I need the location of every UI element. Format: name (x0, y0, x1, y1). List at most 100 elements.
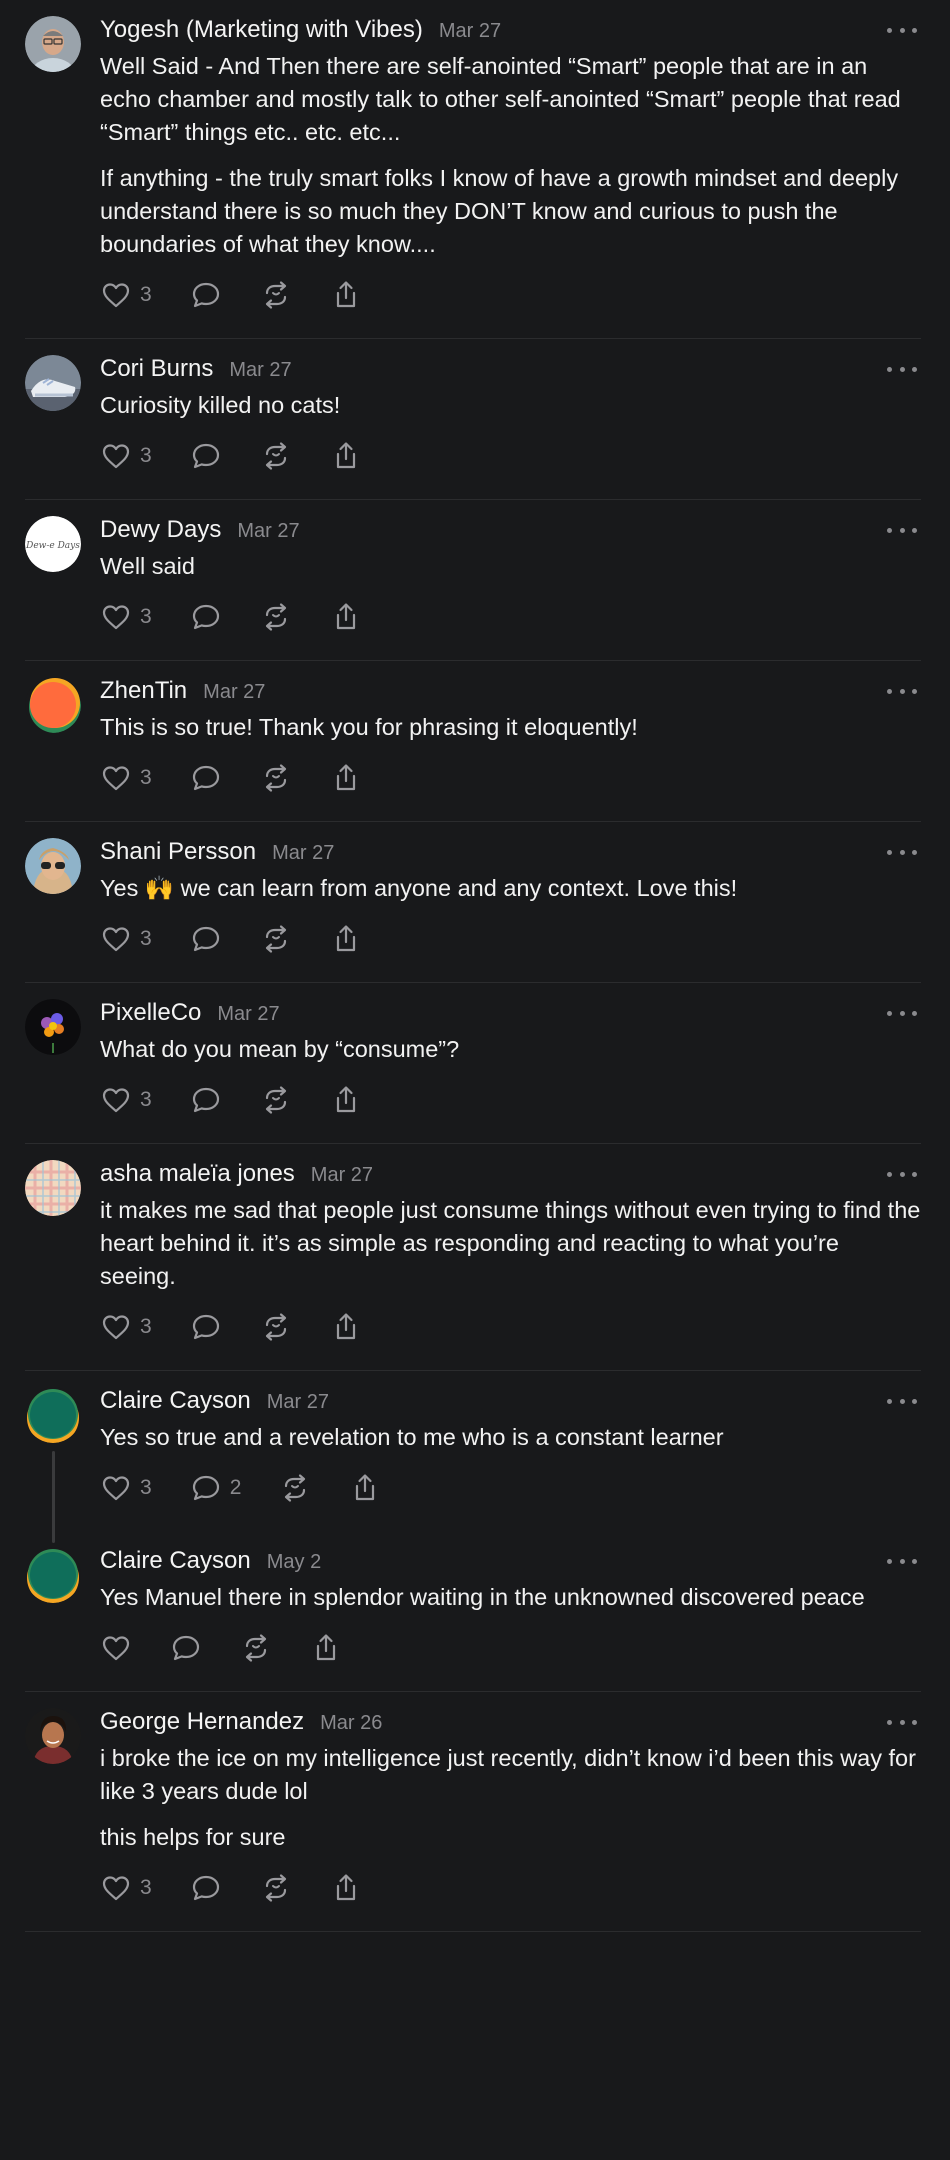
reply-item: Cori Burns Mar 27 Curiosity killed no ca… (25, 339, 921, 500)
like-button[interactable]: 3 (100, 919, 152, 959)
avatar[interactable] (25, 999, 81, 1055)
comment-button[interactable] (190, 1080, 222, 1120)
repost-button[interactable] (260, 1080, 292, 1120)
comment-button[interactable]: 2 (190, 1468, 242, 1508)
author-name[interactable]: PixelleCo (100, 999, 201, 1027)
more-options-icon[interactable] (887, 1712, 917, 1732)
more-options-icon[interactable] (887, 842, 917, 862)
like-button[interactable]: 3 (100, 597, 152, 637)
author-name[interactable]: asha maleïa jones (100, 1160, 295, 1188)
post-date[interactable]: Mar 27 (272, 842, 334, 865)
post-date[interactable]: Mar 27 (267, 1391, 329, 1414)
share-upload-icon (330, 1084, 362, 1116)
avatar[interactable] (25, 16, 81, 72)
avatar[interactable] (25, 1160, 81, 1216)
post-date[interactable]: Mar 27 (311, 1164, 373, 1187)
comment-bubble-icon (190, 601, 222, 633)
author-name[interactable]: Dewy Days (100, 516, 221, 544)
avatar[interactable] (25, 838, 81, 894)
heart-icon (100, 279, 132, 311)
author-name[interactable]: George Hernandez (100, 1708, 304, 1736)
comment-button[interactable] (190, 758, 222, 798)
share-button[interactable] (330, 1307, 362, 1347)
replies-feed: Yogesh (Marketing with Vibes) Mar 27 Wel… (25, 0, 921, 1932)
author-name[interactable]: Yogesh (Marketing with Vibes) (100, 16, 423, 44)
repost-button[interactable] (260, 275, 292, 315)
like-button[interactable]: 3 (100, 1080, 152, 1120)
share-upload-icon (330, 440, 362, 472)
more-options-icon[interactable] (887, 1003, 917, 1023)
comment-button[interactable] (190, 275, 222, 315)
like-button[interactable]: 3 (100, 1468, 152, 1508)
share-button[interactable] (330, 275, 362, 315)
heart-icon (100, 1311, 132, 1343)
share-button[interactable] (330, 1868, 362, 1908)
comment-button[interactable] (190, 1868, 222, 1908)
share-button[interactable] (330, 758, 362, 798)
more-options-icon[interactable] (887, 520, 917, 540)
like-button[interactable]: 3 (100, 436, 152, 476)
reply-item: ZhenTin Mar 27 This is so true! Thank yo… (25, 661, 921, 822)
author-name[interactable]: ZhenTin (100, 677, 187, 705)
like-count: 3 (140, 283, 152, 306)
like-button[interactable]: 3 (100, 1868, 152, 1908)
repost-button[interactable] (260, 919, 292, 959)
repost-button[interactable] (260, 597, 292, 637)
like-button[interactable] (100, 1628, 132, 1668)
share-button[interactable] (330, 597, 362, 637)
repost-button[interactable] (260, 1307, 292, 1347)
like-button[interactable]: 3 (100, 275, 152, 315)
repost-button[interactable] (279, 1468, 311, 1508)
comment-button[interactable] (190, 919, 222, 959)
share-button[interactable] (310, 1628, 342, 1668)
repost-button[interactable] (240, 1628, 272, 1668)
repost-button[interactable] (260, 436, 292, 476)
post-date[interactable]: Mar 26 (320, 1712, 382, 1735)
action-bar: 3 (100, 1307, 921, 1347)
reply-item: George Hernandez Mar 26 i broke the ice … (25, 1692, 921, 1932)
like-button[interactable]: 3 (100, 758, 152, 798)
more-options-icon[interactable] (887, 1551, 917, 1571)
comment-button[interactable] (170, 1628, 202, 1668)
author-name[interactable]: Shani Persson (100, 838, 256, 866)
repost-button[interactable] (260, 1868, 292, 1908)
avatar[interactable] (25, 677, 81, 733)
share-button[interactable] (330, 436, 362, 476)
more-options-icon[interactable] (887, 681, 917, 701)
reply-item: Claire Cayson May 2 Yes Manuel there in … (25, 1531, 921, 1692)
comment-button[interactable] (190, 597, 222, 637)
repost-arrows-icon (260, 440, 292, 472)
avatar[interactable] (25, 1387, 81, 1443)
author-name[interactable]: Claire Cayson (100, 1387, 251, 1415)
avatar[interactable] (25, 355, 81, 411)
share-button[interactable] (330, 919, 362, 959)
post-date[interactable]: May 2 (267, 1551, 321, 1574)
post-date[interactable]: Mar 27 (203, 681, 265, 704)
share-button[interactable] (330, 1080, 362, 1120)
author-name[interactable]: Claire Cayson (100, 1547, 251, 1575)
share-upload-icon (330, 601, 362, 633)
share-button[interactable] (349, 1468, 381, 1508)
like-button[interactable]: 3 (100, 1307, 152, 1347)
more-options-icon[interactable] (887, 1391, 917, 1411)
comment-button[interactable] (190, 436, 222, 476)
post-date[interactable]: Mar 27 (217, 1003, 279, 1026)
author-name[interactable]: Cori Burns (100, 355, 213, 383)
more-options-icon[interactable] (887, 1164, 917, 1184)
comment-button[interactable] (190, 1307, 222, 1347)
more-options-icon[interactable] (887, 359, 917, 379)
repost-button[interactable] (260, 758, 292, 798)
comment-bubble-icon (190, 923, 222, 955)
heart-icon (100, 1872, 132, 1904)
post-date[interactable]: Mar 27 (237, 520, 299, 543)
post-date[interactable]: Mar 27 (229, 359, 291, 382)
post-date[interactable]: Mar 27 (439, 20, 501, 43)
heart-icon (100, 1084, 132, 1116)
avatar[interactable] (25, 1708, 81, 1764)
comment-count: 2 (229, 1476, 242, 1499)
reply-paragraph: What do you mean by “consume”? (100, 1036, 460, 1062)
more-options-icon[interactable] (887, 20, 917, 40)
like-count: 3 (140, 1088, 152, 1111)
avatar[interactable]: Dew-e Days (25, 516, 81, 572)
avatar[interactable] (25, 1547, 81, 1603)
